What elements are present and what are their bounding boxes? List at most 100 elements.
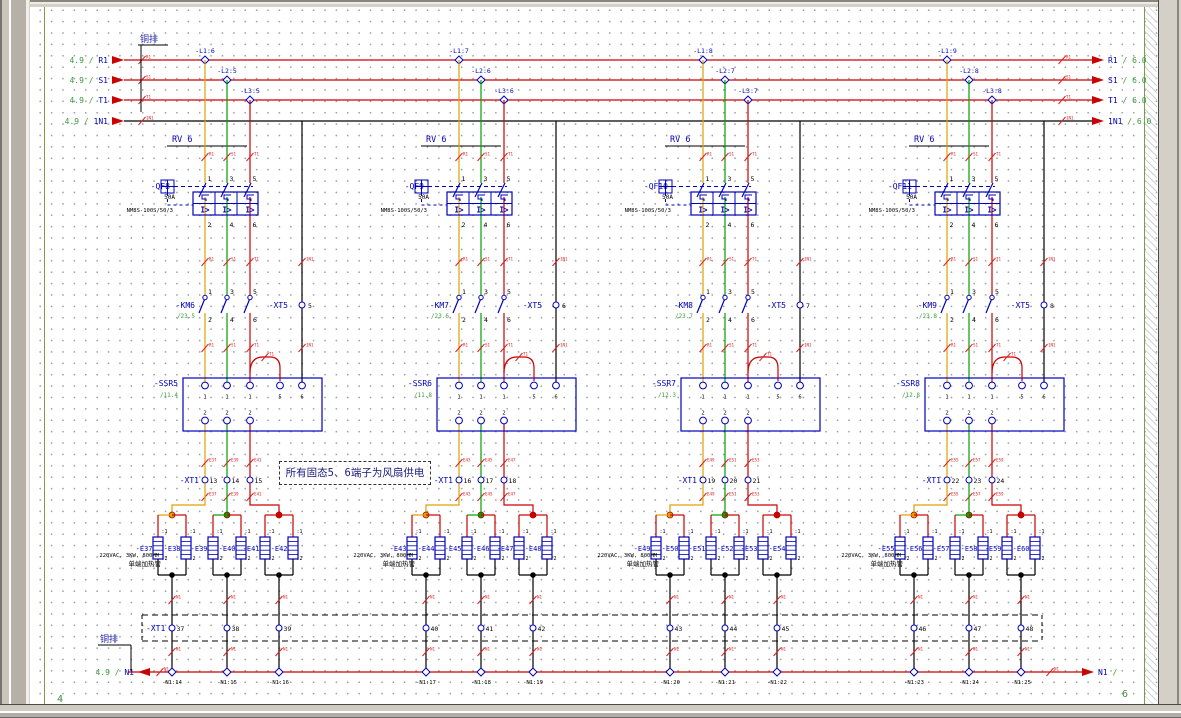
svg-text:2: 2 (950, 316, 954, 324)
ssr-SSR7[interactable]: -SSR7/12.311156222 (652, 378, 820, 431)
svg-text::2: :2 (471, 556, 477, 562)
schematic-svg[interactable]: 4.9 / R1R1 / 6.0R1R14.9 / S1S1 / 6.0S1S1… (0, 0, 1181, 718)
terminal-XT5-5[interactable]: -XT55 (269, 301, 312, 310)
neutral-bus-N1[interactable]: 4.9 / N1N1 /N1N1 (95, 667, 1117, 678)
heater-pair-E55[interactable]: -E55:1:2-E56:1:2N146N1-N1:23 (878, 512, 938, 686)
svg-text::1: :1 (959, 529, 965, 535)
svg-text::1: :1 (932, 529, 938, 535)
breaker-QF11[interactable]: -QF1150ANM8S-100S/50/3123456I>I>I> (869, 175, 1000, 229)
svg-text:R1: R1 (146, 55, 152, 60)
neutral-wire-1N1[interactable]: 1N11N1 (797, 121, 813, 382)
svg-text:T1: T1 (767, 352, 773, 357)
svg-text:N1: N1 (781, 595, 787, 600)
heater-pair-E51[interactable]: -E51:1:2-E52:1:2N144N1-N1:21 (689, 512, 749, 686)
svg-text:R1: R1 (707, 343, 713, 348)
fan-supply-jumper[interactable]: T1 (250, 352, 280, 382)
svg-text:N1: N1 (485, 647, 491, 652)
svg-text::1: :1 (715, 529, 721, 535)
breaker-QF10[interactable]: -QF1050ANM8S-100S/50/3123456I>I>I> (625, 175, 756, 229)
heater-pair-E43[interactable]: -E43:1:2-E44:1:2N140N1-N1:17 (390, 512, 450, 686)
svg-text:E53: E53 (752, 458, 760, 463)
terminal-XT5-6[interactable]: -XT56 (523, 301, 566, 310)
svg-text::2: :2 (499, 556, 505, 562)
heater-pair-E59[interactable]: -E59:1:2-E60:1:2N148N1-N1:25 (985, 512, 1045, 686)
contactor-KM6[interactable]: -KM6/23.5123456 (176, 288, 257, 324)
svg-text:N1: N1 (231, 647, 237, 652)
svg-text:N1: N1 (918, 595, 924, 600)
svg-text:6: 6 (554, 395, 557, 401)
branch-QF9[interactable]: -L1:7-L2:6-L3:6RV 6R1R1R1S1S1S1T1T1T11N1… (353, 47, 576, 686)
neutral-wire-1N1[interactable]: 1N11N1 (553, 121, 569, 382)
branch-QF8[interactable]: -L1:6-L2:5-L3:5RV 6R1R1R1S1S1S1T1T1T11N1… (99, 47, 322, 686)
neutral-wire-1N1[interactable]: 1N11N1 (299, 121, 315, 382)
svg-text:3: 3 (484, 175, 488, 183)
svg-text::1: :1 (523, 529, 529, 535)
svg-text:NM8S-100S/50/3: NM8S-100S/50/3 (127, 208, 173, 214)
ssr-SSR5[interactable]: -SSR5/11.411156222 (154, 378, 322, 431)
svg-text:3: 3 (484, 288, 488, 296)
heater-pair-E47[interactable]: -E47:1:2-E48:1:2N142N1-N1:19 (497, 512, 557, 686)
neutral-wire-1N1[interactable]: 1N11N1 (1041, 121, 1057, 382)
power-bus-T1[interactable]: 4.9 / T1T1 / 6.0T1T1 (69, 95, 1146, 106)
svg-text:4: 4 (972, 221, 976, 229)
branch-QF10[interactable]: -L1:8-L2:7-L3:7RV 6R1R1R1S1S1S1T1T1T11N1… (597, 47, 820, 686)
heater-pair-E39[interactable]: -E39:1:2-E40:1:2N138N1-N1:15 (191, 512, 251, 686)
terminal-XT5-7[interactable]: -XT57 (767, 301, 810, 310)
svg-text:-L3:5: -L3:5 (240, 87, 260, 95)
breaker-QF8[interactable]: -QF850ANM8S-100S/50/3123456I>I>I> (127, 175, 258, 229)
svg-text:E49: E49 (707, 458, 715, 463)
contactor-KM9[interactable]: -KM9/23.8123456 (918, 288, 999, 324)
heater-feed-wires[interactable] (670, 483, 777, 512)
svg-text:50A: 50A (418, 194, 429, 201)
svg-text:-SSR8: -SSR8 (896, 379, 920, 388)
svg-text:-E53: -E53 (741, 545, 758, 553)
heater-pair-E49[interactable]: -E49:1:2-E50:1:2N143N1-N1:20 (634, 512, 694, 686)
ssr-SSR8[interactable]: -SSR8/12.811156222 (896, 378, 1064, 431)
window-bottom-border[interactable] (0, 704, 1181, 718)
heater-pair-E41[interactable]: -E41:1:2-E42:1:2N139N1-N1:16 (243, 512, 303, 686)
svg-text::2: :2 (1039, 556, 1045, 562)
power-bus-1N1[interactable]: 4.9 / 1N11N1 / 6.01N11N1 (65, 116, 1152, 127)
heater-pair-E37[interactable]: -E37:1:2-E38:1:2N137N1-N1:14 (136, 512, 196, 686)
note-box[interactable]: 所有固态5、6端子为风扇供电 (279, 461, 431, 485)
svg-text:1: 1 (701, 395, 704, 401)
svg-text:-L2:7: -L2:7 (715, 67, 735, 75)
svg-text:2: 2 (706, 221, 710, 229)
svg-text:N1: N1 (729, 647, 735, 652)
heater-pair-E53[interactable]: -E53:1:2-E54:1:2N145N1-N1:22 (741, 512, 801, 686)
fan-supply-jumper[interactable]: T1 (992, 352, 1022, 382)
terminal-XT5-8[interactable]: -XT58 (1011, 301, 1054, 310)
contactor-KM8[interactable]: -KM8/23.7123456 (674, 288, 755, 324)
heater-feed-wires[interactable] (172, 483, 279, 512)
svg-text:4: 4 (728, 221, 732, 229)
power-bus-R1[interactable]: 4.9 / R1R1 / 6.0R1R1 (69, 55, 1146, 66)
svg-text:5: 5 (532, 395, 535, 401)
cad-window: 4.9 / R1R1 / 6.0R1R14.9 / S1S1 / 6.0S1S1… (0, 0, 1181, 718)
fan-supply-jumper[interactable]: T1 (748, 352, 778, 382)
heater-pair-E45[interactable]: -E45:1:2-E46:1:2N141N1-N1:18 (445, 512, 505, 686)
heater-feed-wires[interactable] (914, 483, 1021, 512)
svg-text:N1: N1 (537, 595, 543, 600)
svg-text:NM8S-100S/50/3: NM8S-100S/50/3 (869, 208, 915, 214)
svg-text:5: 5 (278, 395, 281, 401)
fan-supply-jumper[interactable]: T1 (504, 352, 534, 382)
heater-pair-E57[interactable]: -E57:1:2-E58:1:2N147N1-N1:24 (933, 512, 993, 686)
ssr-SSR6[interactable]: -SSR6/11.811156222 (408, 378, 576, 431)
svg-text:T1: T1 (1066, 95, 1072, 100)
svg-text:6: 6 (562, 302, 566, 310)
breaker-QF9[interactable]: -QF950ANM8S-100S/50/3123456I>I>I> (381, 175, 512, 229)
svg-text:S1: S1 (231, 257, 237, 262)
svg-text:E45: E45 (485, 492, 493, 497)
svg-text:2: 2 (950, 221, 954, 229)
branch-QF11[interactable]: -L1:9-L2:8-L3:8RV 6R1R1R1S1S1S1T1T1T11N1… (841, 47, 1064, 686)
window-right-border[interactable] (1158, 0, 1181, 718)
contactor-KM7[interactable]: -KM7/23.6123456 (430, 288, 511, 324)
svg-text:2: 2 (462, 221, 466, 229)
svg-text:-L2:6: -L2:6 (471, 67, 491, 75)
svg-text:/12.8: /12.8 (902, 392, 920, 399)
svg-text:1N1: 1N1 (560, 343, 568, 348)
heater-feed-wires[interactable] (426, 483, 533, 512)
svg-text:2: 2 (208, 316, 212, 324)
svg-text:N1: N1 (674, 647, 680, 652)
svg-text:N1: N1 (176, 595, 182, 600)
